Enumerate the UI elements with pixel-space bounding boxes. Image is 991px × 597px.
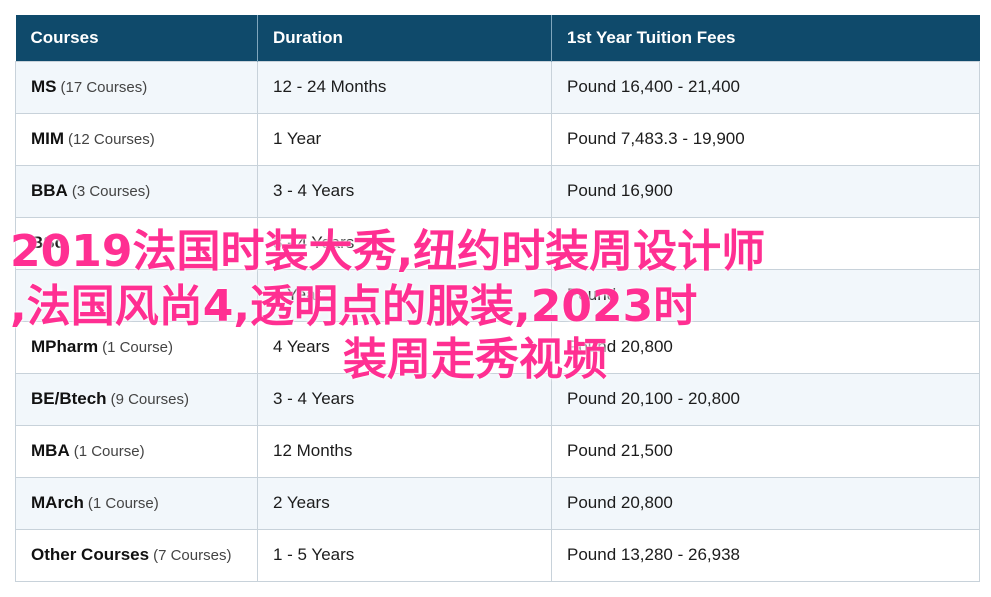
table-body: MS (17 Courses) 12 - 24 Months Pound 16,4… bbox=[15, 60, 980, 582]
table-row: 1 Year Pound bbox=[15, 268, 980, 322]
course-cell: BE/Btech (9 Courses) bbox=[15, 372, 258, 426]
table-row: MIM (12 Courses) 1 Year Pound 7,483.3 - 1… bbox=[15, 112, 980, 166]
fees-cell: Pound 16,900 bbox=[551, 164, 980, 218]
table-row: MS (17 Courses) 12 - 24 Months Pound 16,4… bbox=[15, 60, 980, 114]
fees-cell: Pound 20,800 bbox=[551, 320, 980, 374]
course-name: MBA bbox=[31, 441, 70, 460]
course-count: (3 Courses) bbox=[71, 183, 151, 200]
duration-cell: 4 Years bbox=[257, 320, 552, 374]
fees-cell: Pound 7,483.3 - 19,900 bbox=[551, 112, 980, 166]
table-row: MPharm (1 Course) 4 Years Pound 20,800 bbox=[15, 320, 980, 374]
duration-cell: 12 - 24 Months bbox=[257, 60, 552, 114]
course-cell: MBA (1 Course) bbox=[15, 424, 258, 478]
fees-table-container: Courses Duration 1st Year Tuition Fees M… bbox=[15, 15, 980, 582]
course-name: BE/Btech bbox=[31, 389, 107, 408]
course-name: MArch bbox=[31, 493, 84, 512]
course-cell: MS (17 Courses) bbox=[15, 60, 258, 114]
duration-cell: 12 Months bbox=[257, 424, 552, 478]
course-name: Other Courses bbox=[31, 545, 150, 564]
table-header-row: Courses Duration 1st Year Tuition Fees bbox=[15, 15, 980, 61]
course-count: (12 Courses) bbox=[68, 131, 155, 148]
course-cell bbox=[15, 268, 258, 322]
fees-cell bbox=[551, 216, 980, 270]
course-count: (7 Courses) bbox=[153, 547, 232, 564]
course-cell: MPharm (1 Course) bbox=[15, 320, 258, 374]
course-count: (9 Courses) bbox=[110, 391, 189, 408]
duration-cell: 1 - 5 Years bbox=[257, 528, 552, 582]
course-count: (1 Course) bbox=[73, 443, 145, 460]
course-count: (17 Courses) bbox=[60, 79, 148, 96]
table-row: BE/Btech (9 Courses) 3 - 4 Years Pound 20… bbox=[15, 372, 980, 426]
course-name: MIM bbox=[31, 129, 65, 148]
duration-cell: 3 - 4 Years bbox=[257, 164, 552, 218]
table-header: Courses Duration 1st Year Tuition Fees bbox=[15, 15, 980, 61]
duration-cell: 3 - 4 Years bbox=[257, 216, 552, 270]
fees-cell: Pound bbox=[551, 268, 980, 322]
header-tuition-fees: 1st Year Tuition Fees bbox=[551, 15, 980, 61]
table-row: BSc 3 - 4 Years bbox=[15, 216, 980, 270]
fees-table: Courses Duration 1st Year Tuition Fees M… bbox=[15, 15, 980, 582]
fees-cell: Pound 13,280 - 26,938 bbox=[551, 528, 980, 582]
fees-cell: Pound 20,100 - 20,800 bbox=[551, 372, 980, 426]
course-name: MPharm bbox=[31, 337, 99, 356]
table-row: MArch (1 Course) 2 Years Pound 20,800 bbox=[15, 476, 980, 530]
duration-cell: 2 Years bbox=[257, 476, 552, 530]
table-row: BBA (3 Courses) 3 - 4 Years Pound 16,900 bbox=[15, 164, 980, 218]
header-courses: Courses bbox=[15, 15, 258, 61]
course-name: MS bbox=[31, 77, 57, 96]
duration-cell: 1 Year bbox=[257, 268, 552, 322]
course-count: (1 Course) bbox=[102, 339, 173, 356]
course-cell: BSc bbox=[15, 216, 258, 270]
course-cell: MIM (12 Courses) bbox=[15, 112, 258, 166]
course-cell: Other Courses (7 Courses) bbox=[15, 528, 258, 582]
fees-cell: Pound 20,800 bbox=[551, 476, 980, 530]
course-cell: MArch (1 Course) bbox=[15, 476, 258, 530]
duration-cell: 1 Year bbox=[257, 112, 552, 166]
header-duration: Duration bbox=[257, 15, 552, 61]
course-name: BSc bbox=[31, 233, 65, 252]
table-row: MBA (1 Course) 12 Months Pound 21,500 bbox=[15, 424, 980, 478]
fees-cell: Pound 16,400 - 21,400 bbox=[551, 60, 980, 114]
table-row: Other Courses (7 Courses) 1 - 5 Years Pou… bbox=[15, 528, 980, 582]
course-name: BBA bbox=[31, 181, 68, 200]
course-count: (1 Course) bbox=[87, 495, 159, 512]
fees-cell: Pound 21,500 bbox=[551, 424, 980, 478]
duration-cell: 3 - 4 Years bbox=[257, 372, 552, 426]
course-cell: BBA (3 Courses) bbox=[15, 164, 258, 218]
